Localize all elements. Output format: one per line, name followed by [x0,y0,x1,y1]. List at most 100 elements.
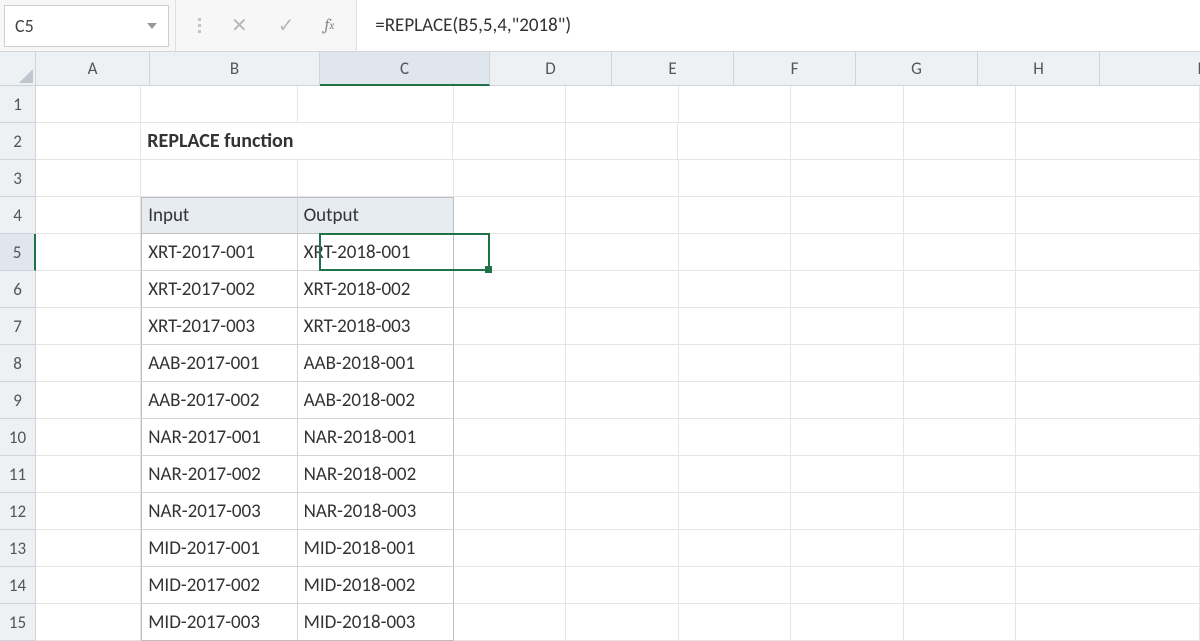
cell[interactable] [454,234,566,271]
cell[interactable] [36,493,141,530]
cell[interactable] [1016,456,1200,493]
row-header-12[interactable]: 12 [0,493,36,530]
cell[interactable] [1016,271,1200,308]
table-cell-input[interactable]: AAB-2017-002 [141,382,297,419]
table-cell-output[interactable]: MID-2018-002 [298,567,454,604]
cell[interactable] [36,419,141,456]
column-header-G[interactable]: G [856,52,978,86]
column-header-H[interactable]: H [978,52,1100,86]
cell[interactable] [904,345,1016,382]
cell[interactable] [1016,234,1200,271]
cell[interactable] [454,530,566,567]
cell[interactable] [566,86,679,123]
cell[interactable] [904,197,1016,234]
cell[interactable] [1016,123,1200,160]
cell[interactable] [36,345,141,382]
accept-formula-icon[interactable]: ✓ [278,16,295,36]
cell[interactable] [566,308,678,345]
cell[interactable] [36,456,141,493]
table-cell-output[interactable]: NAR-2018-002 [298,456,454,493]
cell[interactable] [904,456,1016,493]
cell[interactable] [36,530,141,567]
cell[interactable] [566,419,678,456]
cell[interactable] [904,382,1016,419]
column-header-D[interactable]: D [490,52,612,86]
cell[interactable] [791,234,903,271]
table-cell-input[interactable]: NAR-2017-003 [141,493,297,530]
table-cell-output[interactable]: AAB-2018-002 [298,382,454,419]
cell[interactable] [904,604,1016,641]
cell[interactable] [791,382,903,419]
cell[interactable] [36,604,141,641]
cell[interactable] [791,530,903,567]
row-header-3[interactable]: 3 [0,160,36,197]
cell[interactable] [566,530,678,567]
formula-more-icon[interactable] [198,18,201,33]
cell[interactable] [298,86,454,123]
cell[interactable] [1016,86,1200,123]
table-cell-input[interactable]: NAR-2017-001 [141,419,297,456]
insert-function-icon[interactable]: fx [325,17,335,34]
cell[interactable] [454,419,566,456]
table-cell-output[interactable]: NAR-2018-003 [298,493,454,530]
table-cell-input[interactable]: NAR-2017-002 [141,456,297,493]
cell[interactable] [454,345,566,382]
table-cell-output[interactable]: NAR-2018-001 [298,419,454,456]
cell[interactable] [36,234,141,271]
cell[interactable] [904,493,1016,530]
cell[interactable] [566,197,678,234]
table-cell-input[interactable]: XRT-2017-002 [141,271,297,308]
cell[interactable] [679,271,791,308]
cell[interactable] [679,456,791,493]
cell[interactable] [1016,382,1200,419]
cell[interactable] [454,382,566,419]
row-header-2[interactable]: 2 [0,123,36,160]
table-cell-input[interactable]: MID-2017-002 [141,567,297,604]
row-header-1[interactable]: 1 [0,86,36,123]
cell[interactable] [791,604,903,641]
cell[interactable] [904,271,1016,308]
cell[interactable] [791,86,904,123]
row-header-13[interactable]: 13 [0,530,36,567]
cell[interactable] [791,456,903,493]
cell[interactable] [791,345,903,382]
cell[interactable] [791,197,903,234]
cell[interactable] [141,160,297,197]
row-header-9[interactable]: 9 [0,382,36,419]
cell[interactable] [904,567,1016,604]
cell[interactable] [679,197,791,234]
cell[interactable] [679,567,791,604]
cell[interactable] [566,382,678,419]
row-header-14[interactable]: 14 [0,567,36,604]
formula-input[interactable]: =REPLACE(B5,5,4,"2018") [357,0,1200,51]
column-header-I[interactable]: I [1100,52,1200,86]
cell[interactable] [454,567,566,604]
cell[interactable] [36,567,141,604]
cell[interactable] [679,530,791,567]
table-cell-output[interactable]: XRT-2018-002 [298,271,454,308]
cell[interactable] [1016,419,1200,456]
cell[interactable] [904,234,1016,271]
cell[interactable] [36,123,141,160]
cell[interactable] [566,604,678,641]
cell[interactable] [904,160,1017,197]
cell[interactable] [454,271,566,308]
cell[interactable] [791,123,904,160]
cell[interactable] [36,271,141,308]
table-cell-output[interactable]: AAB-2018-001 [298,345,454,382]
cell[interactable] [904,86,1017,123]
row-header-15[interactable]: 15 [0,604,36,641]
table-cell-input[interactable]: MID-2017-001 [141,530,297,567]
cell[interactable] [679,308,791,345]
cell[interactable] [566,271,678,308]
cell[interactable] [1016,197,1200,234]
table-cell-output[interactable]: MID-2018-001 [298,530,454,567]
column-header-F[interactable]: F [734,52,856,86]
cancel-formula-icon[interactable]: ✕ [231,16,248,36]
cell[interactable] [566,160,679,197]
cell[interactable] [454,160,567,197]
cell[interactable] [1016,567,1200,604]
row-header-7[interactable]: 7 [0,308,36,345]
cell[interactable] [791,419,903,456]
cell[interactable] [454,456,566,493]
